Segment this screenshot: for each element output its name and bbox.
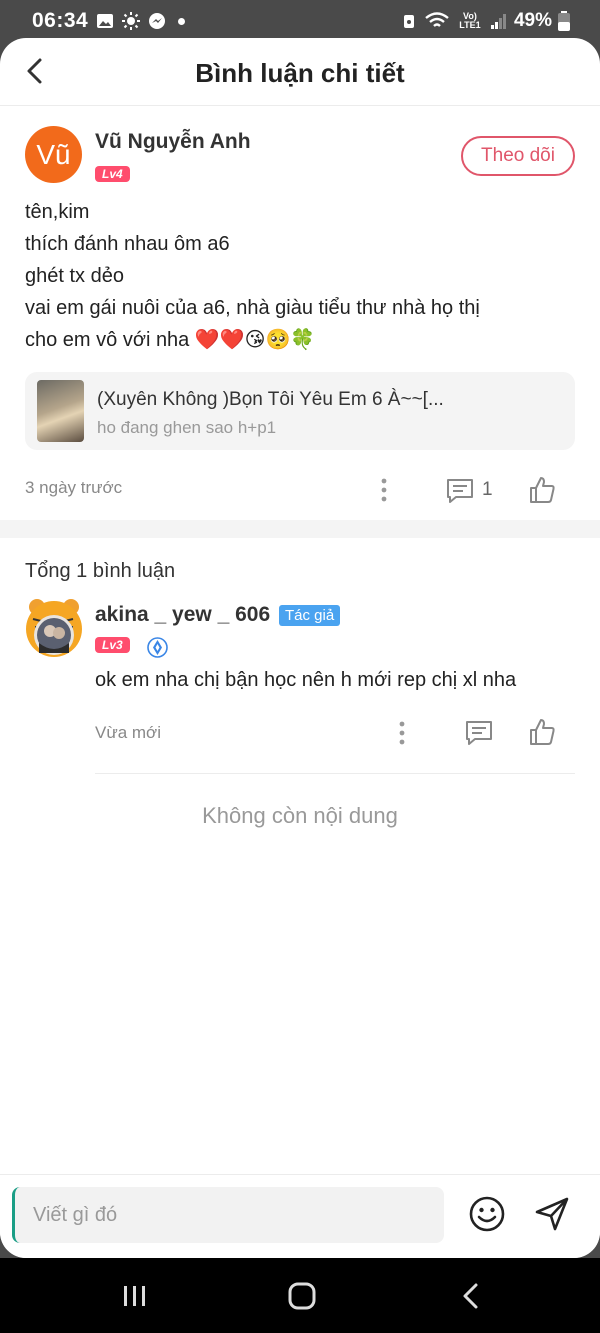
recent-apps-icon[interactable]: [120, 1282, 150, 1310]
level-badge: Lv3: [95, 637, 130, 653]
emoji-icon[interactable]: [468, 1195, 506, 1233]
like-icon[interactable]: [527, 475, 557, 505]
send-icon[interactable]: [533, 1195, 571, 1233]
brightness-icon: [122, 12, 140, 30]
alarm-icon: [403, 15, 414, 28]
comment-item: akina _ yew _ 606 Tác giả Lv3 ok em nha …: [25, 583, 575, 803]
end-of-content: Không còn nội dung: [202, 803, 398, 828]
top-bar: Bình luận chi tiết: [0, 38, 600, 106]
comment-timestamp: Vừa mới: [95, 723, 161, 742]
battery-percent: 49%: [513, 10, 552, 31]
post-line: cho em vô với nha ❤️❤️😘🥺🍀: [25, 329, 316, 351]
more-options-icon[interactable]: [399, 721, 405, 745]
reply-icon[interactable]: [464, 718, 494, 748]
post-timestamp: 3 ngày trước: [25, 478, 123, 497]
story-title: (Xuyên Không )Bọn Tôi Yêu Em 6 À~~[...: [97, 389, 444, 410]
battery-icon: [558, 11, 570, 31]
more-options-icon[interactable]: [381, 478, 387, 502]
post: Vũ Vũ Nguyễn Anh Lv4 Theo dõi tên,kim th…: [0, 126, 600, 520]
like-icon[interactable]: [527, 717, 557, 747]
linked-story-card[interactable]: (Xuyên Không )Bọn Tôi Yêu Em 6 À~~[... h…: [25, 372, 575, 450]
commenter-name[interactable]: akina _ yew _ 606: [95, 603, 270, 627]
messenger-icon: [149, 13, 165, 29]
status-time: 06:34: [32, 9, 89, 32]
comment-count: 1: [482, 479, 493, 500]
author-badge: Tác giả: [279, 605, 341, 626]
comment-composer: [0, 1174, 600, 1258]
verified-icon: [147, 637, 168, 658]
notification-icons: [96, 12, 185, 30]
network-type: Vo) LTE1: [459, 11, 481, 30]
comment-total: Tổng 1 bình luận: [25, 560, 176, 582]
page-title: Bình luận chi tiết: [195, 58, 405, 88]
more-notifications-dot: [178, 17, 185, 25]
author-name[interactable]: Vũ Nguyễn Anh: [95, 130, 251, 154]
system-status: Vo) LTE1 49%: [400, 10, 570, 32]
divider: [95, 773, 575, 774]
system-nav-bar: [0, 1258, 600, 1333]
comment-icon[interactable]: [445, 476, 475, 506]
post-author-row: Vũ Vũ Nguyễn Anh Lv4 Theo dõi: [25, 126, 575, 204]
comment-input[interactable]: [12, 1187, 444, 1243]
comment-text: ok em nha chị bận học nên h mới rep chị …: [95, 669, 517, 691]
follow-button[interactable]: Theo dõi: [461, 136, 575, 176]
post-body: tên,kim thích đánh nhau ôm a6 ghét tx dẻ…: [25, 196, 575, 356]
comments-section: Tổng 1 bình luận akina _ yew _ 606 Tác g…: [0, 560, 600, 829]
signal-icon: [490, 14, 506, 29]
back-nav-icon[interactable]: [456, 1282, 486, 1310]
post-line: thích đánh nhau ôm a6: [25, 233, 230, 255]
status-bar: 06:34 Vo) LTE1 49%: [0, 0, 600, 42]
avatar[interactable]: [25, 597, 83, 659]
level-badge: Lv4: [95, 166, 130, 182]
app-window: Bình luận chi tiết Vũ Vũ Nguyễn Anh Lv4 …: [0, 38, 600, 1258]
wifi-icon: [425, 12, 449, 27]
post-line: ghét tx dẻo: [25, 265, 124, 287]
gallery-icon: [97, 14, 113, 28]
post-actions: 3 ngày trước 1: [25, 450, 575, 520]
home-icon[interactable]: [287, 1282, 317, 1310]
story-subtitle: ho đang ghen sao h+p1: [97, 418, 277, 437]
post-line: vai em gái nuôi của a6, nhà giàu tiểu th…: [25, 297, 480, 319]
section-divider: [0, 520, 600, 538]
story-cover-image: [37, 380, 84, 442]
avatar[interactable]: Vũ: [25, 126, 82, 183]
